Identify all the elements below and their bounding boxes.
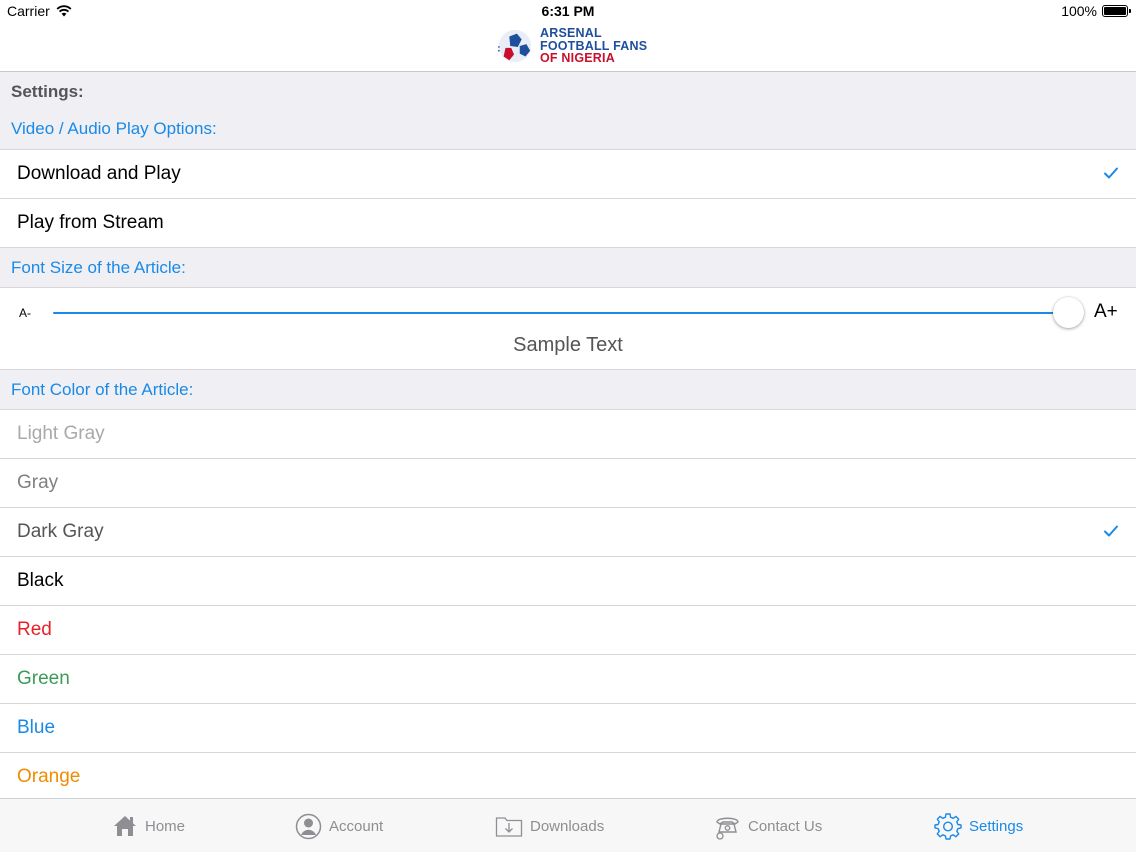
play-option-label: Play from Stream (17, 212, 164, 233)
logo-line-3: OF NIGERIA (540, 51, 615, 66)
color-option-gray[interactable]: Gray (0, 459, 1136, 508)
color-option-label: Green (17, 668, 70, 689)
tab-settings[interactable]: Settings (934, 799, 1023, 852)
tab-label: Home (145, 817, 186, 835)
tab-label: Downloads (530, 817, 605, 835)
page-title: Settings: (11, 82, 84, 101)
tab-home[interactable]: Home (112, 799, 185, 852)
logo-line-1: ARSENAL (540, 26, 602, 41)
nav-bar: ARSENAL FOOTBALL FANS OF NIGERIA (0, 22, 1136, 72)
checkmark-icon (1104, 525, 1118, 537)
color-option-label: Dark Gray (17, 521, 104, 542)
font-color-list: Light Gray Gray Dark Gray Black Red Gree… (0, 409, 1136, 802)
color-option-label: Black (17, 570, 64, 591)
battery-label: 100% (1061, 3, 1097, 19)
downloads-icon (495, 817, 523, 837)
color-option-dark-gray[interactable]: Dark Gray (0, 508, 1136, 557)
color-option-label: Blue (17, 717, 56, 738)
status-bar: Carrier 6:31 PM 100% (0, 0, 1136, 22)
account-icon (295, 813, 322, 839)
battery-icon (1102, 5, 1131, 17)
font-size-min-label: A- (19, 306, 31, 320)
home-icon (114, 816, 136, 836)
color-option-black[interactable]: Black (0, 557, 1136, 606)
logo-text: ARSENAL FOOTBALL FANS OF NIGERIA (540, 27, 647, 65)
tab-bar: Home Account Downloads Contact Us Settin… (0, 798, 1136, 852)
play-option-download[interactable]: Download and Play (0, 150, 1136, 199)
tab-label: Account (329, 817, 384, 835)
color-option-label: Red (17, 619, 52, 640)
font-size-slider-track[interactable] (53, 312, 1069, 314)
color-option-blue[interactable]: Blue (0, 704, 1136, 753)
play-option-stream[interactable]: Play from Stream (0, 199, 1136, 248)
settings-content: Settings: Video / Audio Play Options: Do… (0, 72, 1136, 802)
color-option-label: Orange (17, 766, 81, 787)
status-time: 6:31 PM (541, 3, 595, 19)
color-option-green[interactable]: Green (0, 655, 1136, 704)
tab-contact-us[interactable]: Contact Us (714, 799, 822, 852)
font-size-max-label: A+ (1094, 301, 1118, 322)
play-options-header: Video / Audio Play Options: (11, 119, 217, 138)
tab-label: Contact Us (748, 817, 823, 835)
sample-text: Sample Text (513, 334, 623, 356)
tab-label: Settings (969, 817, 1024, 835)
play-option-label: Download and Play (17, 163, 181, 184)
color-option-label: Light Gray (17, 423, 105, 444)
font-size-header: Font Size of the Article: (11, 258, 186, 277)
color-option-light-gray[interactable]: Light Gray (0, 410, 1136, 459)
status-right: 100% (1061, 3, 1131, 19)
font-color-header: Font Color of the Article: (11, 380, 194, 399)
play-options-list: Download and Play Play from Stream (0, 149, 1136, 248)
color-option-red[interactable]: Red (0, 606, 1136, 655)
color-option-orange[interactable]: Orange (0, 753, 1136, 802)
font-size-group: A- A+ Sample Text (0, 287, 1136, 370)
gear-icon (934, 813, 962, 840)
app-logo: ARSENAL FOOTBALL FANS OF NIGERIA (496, 27, 647, 65)
font-size-slider-thumb[interactable] (1053, 297, 1084, 328)
football-logo-icon (497, 29, 532, 63)
tab-account[interactable]: Account (295, 799, 383, 852)
font-size-slider-row: A- A+ Sample Text (0, 288, 1136, 370)
color-option-label: Gray (17, 472, 59, 493)
checkmark-icon (1104, 167, 1118, 179)
contact-icon (716, 817, 739, 840)
tab-downloads[interactable]: Downloads (495, 799, 604, 852)
